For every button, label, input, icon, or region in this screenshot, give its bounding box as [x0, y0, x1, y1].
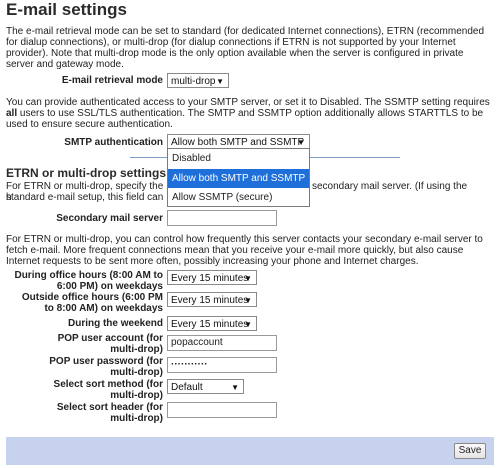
retrieval-mode-value: multi-drop: [171, 76, 216, 87]
sort-method-label: Select sort method (for multi-drop): [53, 379, 163, 401]
etrn-text-line2: standard e-mail setup, this field can: [6, 192, 164, 203]
weekend-select[interactable]: Every 15 minutes ▼: [167, 316, 257, 331]
outside-hours-label: Outside office hours (6:00 PM to 8:00 AM…: [21, 292, 163, 314]
chevron-down-icon: ▼: [244, 274, 252, 283]
etrn-text-right: secondary mail server. (If using the: [312, 181, 468, 192]
divider: [130, 157, 168, 158]
outside-hours-select[interactable]: Every 15 minutes ▼: [167, 292, 257, 307]
save-button[interactable]: Save: [454, 443, 486, 459]
pop-password-label: POP user password (for multi-drop): [49, 356, 163, 378]
smtp-auth-option-both[interactable]: Allow both SMTP and SSMTP: [168, 169, 309, 188]
secondary-server-label: Secondary mail server: [56, 213, 163, 224]
sort-header-label: Select sort header (for multi-drop): [56, 402, 163, 424]
chevron-down-icon: ▼: [231, 383, 239, 392]
chevron-down-icon: ▼: [244, 296, 252, 305]
smtp-auth-option-disabled[interactable]: Disabled: [168, 149, 309, 168]
office-hours-select[interactable]: Every 15 minutes ▼: [167, 270, 257, 285]
outside-hours-value: Every 15 minutes: [171, 295, 249, 306]
pop-account-input[interactable]: popaccount: [167, 335, 277, 351]
secondary-server-input[interactable]: [167, 210, 277, 226]
divider: [310, 157, 400, 158]
etrn-heading: ETRN or multi-drop settings: [6, 166, 166, 180]
weekend-label: During the weekend: [67, 318, 163, 329]
page-title: E-mail settings: [6, 0, 127, 19]
pop-account-label: POP user account (for multi-drop): [57, 333, 163, 355]
smtp-auth-label: SMTP authentication: [64, 137, 163, 148]
sort-header-input[interactable]: [167, 402, 277, 418]
sort-method-select[interactable]: Default ▼: [167, 379, 244, 394]
chevron-down-icon: ▼: [216, 77, 224, 86]
retrieval-mode-select[interactable]: multi-drop ▼: [167, 73, 229, 88]
ssmtp-text: You can provide authenticated access to …: [6, 97, 490, 130]
retrieval-mode-label: E-mail retrieval mode: [61, 75, 163, 86]
sort-method-value: Default: [171, 382, 203, 393]
weekend-value: Every 15 minutes: [171, 319, 249, 330]
intro-text: The e-mail retrieval mode can be set to …: [6, 26, 485, 70]
smtp-auth-select[interactable]: Allow both SMTP and SSMTP ▼: [167, 134, 310, 149]
smtp-auth-option-ssmtp[interactable]: Allow SSMTP (secure): [168, 188, 309, 207]
footer-bar: Save: [6, 437, 494, 465]
office-hours-label: During office hours (8:00 AM to 6:00 PM)…: [14, 270, 163, 292]
smtp-auth-dropdown: Disabled Allow both SMTP and SSMTP Allow…: [167, 148, 310, 207]
chevron-down-icon: ▼: [244, 320, 252, 329]
pop-password-input[interactable]: ···········: [167, 357, 277, 373]
frequency-text: For ETRN or multi-drop, you can control …: [6, 234, 483, 267]
office-hours-value: Every 15 minutes: [171, 273, 249, 284]
smtp-auth-value: Allow both SMTP and SSMTP: [171, 137, 305, 148]
